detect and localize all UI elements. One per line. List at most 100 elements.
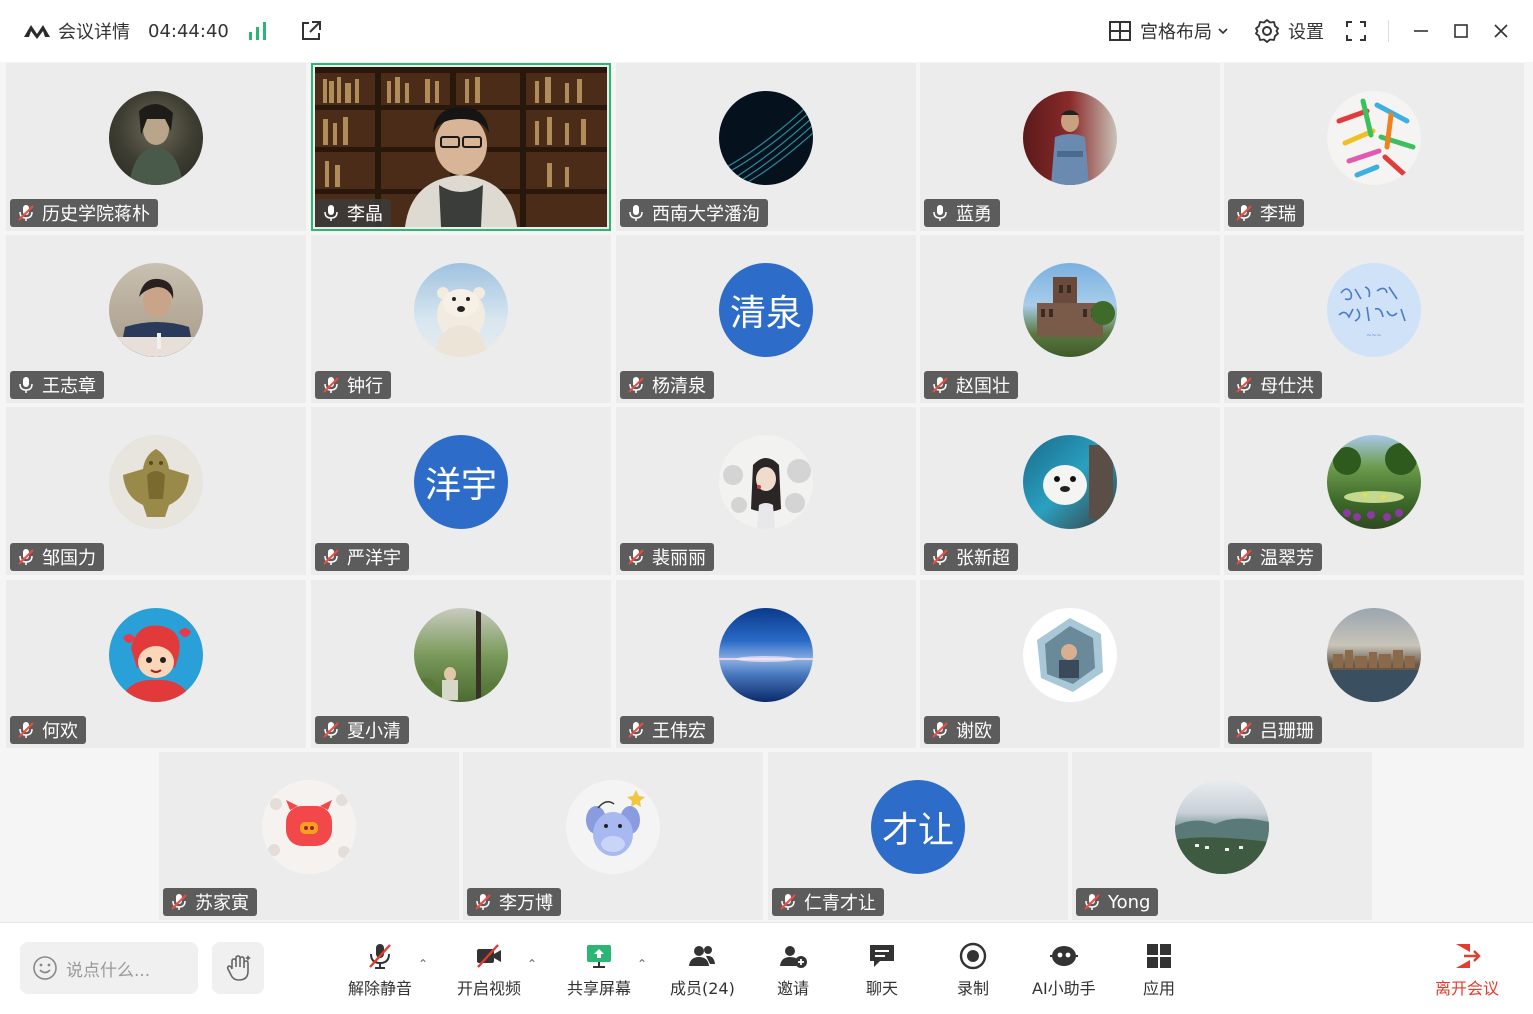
participant-tile[interactable]: 西南大学潘洵 (616, 63, 916, 231)
popout-icon[interactable] (299, 19, 323, 43)
participant-tile[interactable]: ~~~ 母仕洪 (1224, 235, 1524, 403)
participant-tile[interactable]: 历史学院蒋朴 (6, 63, 306, 231)
meeting-timer: 04:44:40 (148, 20, 229, 42)
invite-button[interactable]: 邀请 (777, 941, 809, 999)
participant-name: 西南大学潘洵 (652, 204, 760, 225)
participant-nametag: 何欢 (10, 716, 86, 744)
minimize-button[interactable] (1401, 0, 1441, 62)
participant-nametag: 苏家寅 (163, 888, 257, 916)
avatar (109, 608, 203, 702)
participant-tile[interactable]: 张新超 (920, 407, 1220, 575)
signal-strength-icon[interactable] (247, 21, 269, 41)
quick-chat-input[interactable]: 说点什么... (20, 942, 198, 994)
layout-dropdown[interactable]: 宫格布局 (1096, 0, 1242, 62)
members-button[interactable]: 成员(24) (670, 941, 735, 999)
mic-muted-icon (323, 722, 339, 738)
participant-name: 杨清泉 (652, 376, 706, 397)
meeting-details-link[interactable]: 会议详情 (58, 18, 130, 44)
close-icon (1494, 24, 1508, 38)
meeting-window: 会议详情 04:44:40 宫格布局 设置 历史学院蒋朴 李晶 西南大学潘洵 蓝… (0, 0, 1533, 1014)
avatar (109, 435, 203, 529)
mic-muted-icon (18, 205, 34, 221)
video-grid: 历史学院蒋朴 李晶 西南大学潘洵 蓝勇 李瑞 王志章 钟行 清泉 杨清泉 赵国壮… (0, 62, 1533, 922)
fullscreen-button[interactable] (1336, 0, 1376, 62)
participant-tile-active-speaker[interactable]: 李晶 (311, 63, 611, 231)
apps-button[interactable]: 应用 (1143, 941, 1175, 999)
avatar (109, 263, 203, 357)
mic-muted-icon (475, 894, 491, 910)
participant-name: 李瑞 (1260, 204, 1296, 225)
tool-label: 应用 (1143, 979, 1176, 998)
settings-button[interactable]: 设置 (1242, 0, 1336, 62)
participant-tile[interactable]: 邹国力 (6, 407, 306, 575)
tool-label: AI小助手 (1032, 979, 1096, 998)
meeting-toolbar: 说点什么... 解除静音 ⌃ 开启视频 ⌃ 共享屏幕 ⌃ 成员(24) 邀请 聊… (0, 922, 1533, 1014)
participant-name: 谢欧 (956, 721, 992, 742)
participant-tile[interactable]: 清泉 杨清泉 (616, 235, 916, 403)
ai-assistant-icon (1049, 946, 1078, 966)
participant-tile[interactable]: 吕珊珊 (1224, 580, 1524, 748)
avatar (719, 91, 813, 185)
leave-meeting-button[interactable]: 离开会议 (1435, 941, 1499, 999)
mic-muted-icon (628, 722, 644, 738)
chevron-up-icon[interactable]: ⌃ (418, 957, 428, 971)
avatar (566, 780, 660, 874)
title-bar: 会议详情 04:44:40 宫格布局 设置 (0, 0, 1533, 62)
participant-tile[interactable]: 裴丽丽 (616, 407, 916, 575)
unmute-button[interactable]: 解除静音 ⌃ (348, 941, 428, 999)
participant-tile[interactable]: 苏家寅 (159, 752, 459, 920)
participant-nametag: 母仕洪 (1228, 371, 1322, 399)
toolbar-divider (1388, 20, 1389, 42)
avatar (262, 780, 356, 874)
participant-name: 历史学院蒋朴 (42, 204, 150, 225)
avatar (109, 91, 203, 185)
start-video-button[interactable]: 开启视频 ⌃ (457, 941, 537, 999)
tool-label: 共享屏幕 (567, 979, 632, 998)
participant-tile[interactable]: 温翠芳 (1224, 407, 1524, 575)
participant-name: 夏小清 (347, 721, 401, 742)
chat-button[interactable]: 聊天 (866, 941, 898, 999)
record-button[interactable]: 录制 (957, 941, 989, 999)
participant-tile[interactable]: 才让 仁青才让 (768, 752, 1068, 920)
leave-label: 离开会议 (1435, 979, 1500, 998)
app-logo-icon (24, 25, 50, 39)
participant-tile[interactable]: 李万博 (463, 752, 763, 920)
participant-name: 温翠芳 (1260, 548, 1314, 569)
participant-tile[interactable]: 何欢 (6, 580, 306, 748)
participant-tile[interactable]: 赵国壮 (920, 235, 1220, 403)
participant-tile[interactable]: 王志章 (6, 235, 306, 403)
share-screen-button[interactable]: 共享屏幕 ⌃ (567, 941, 647, 999)
participant-nametag: Yong (1076, 888, 1159, 916)
participant-nametag: 邹国力 (10, 543, 104, 571)
avatar (719, 608, 813, 702)
ai-assistant-button[interactable]: AI小助手 (1032, 941, 1096, 999)
participant-tile[interactable]: 钟行 (311, 235, 611, 403)
chat-icon (870, 945, 894, 967)
participant-tile[interactable]: 李瑞 (1224, 63, 1524, 231)
participant-name: 王伟宏 (652, 721, 706, 742)
chevron-up-icon[interactable]: ⌃ (637, 957, 647, 971)
participant-tile[interactable]: 王伟宏 (616, 580, 916, 748)
invite-icon (780, 946, 807, 968)
mic-muted-icon (932, 377, 948, 393)
gear-icon (1255, 19, 1279, 43)
exit-icon (1456, 944, 1481, 968)
participant-tile[interactable]: 洋宇 严洋宇 (311, 407, 611, 575)
mic-muted-icon (628, 377, 644, 393)
participant-nametag: 西南大学潘洵 (620, 199, 768, 227)
participant-tile[interactable]: Yong (1072, 752, 1372, 920)
participant-tile[interactable]: 谢欧 (920, 580, 1220, 748)
raise-hand-button[interactable] (212, 942, 264, 994)
participant-name: 王志章 (42, 376, 96, 397)
maximize-button[interactable] (1441, 0, 1481, 62)
participant-nametag: 谢欧 (924, 716, 1000, 744)
participant-nametag: 李瑞 (1228, 199, 1304, 227)
participant-tile[interactable]: 蓝勇 (920, 63, 1220, 231)
mic-on-icon (933, 205, 947, 221)
avatar-text: 才让 (871, 780, 965, 874)
close-button[interactable] (1481, 0, 1521, 62)
participant-nametag: 王志章 (10, 371, 104, 399)
chevron-up-icon[interactable]: ⌃ (527, 957, 537, 971)
avatar (1023, 263, 1117, 357)
participant-tile[interactable]: 夏小清 (311, 580, 611, 748)
